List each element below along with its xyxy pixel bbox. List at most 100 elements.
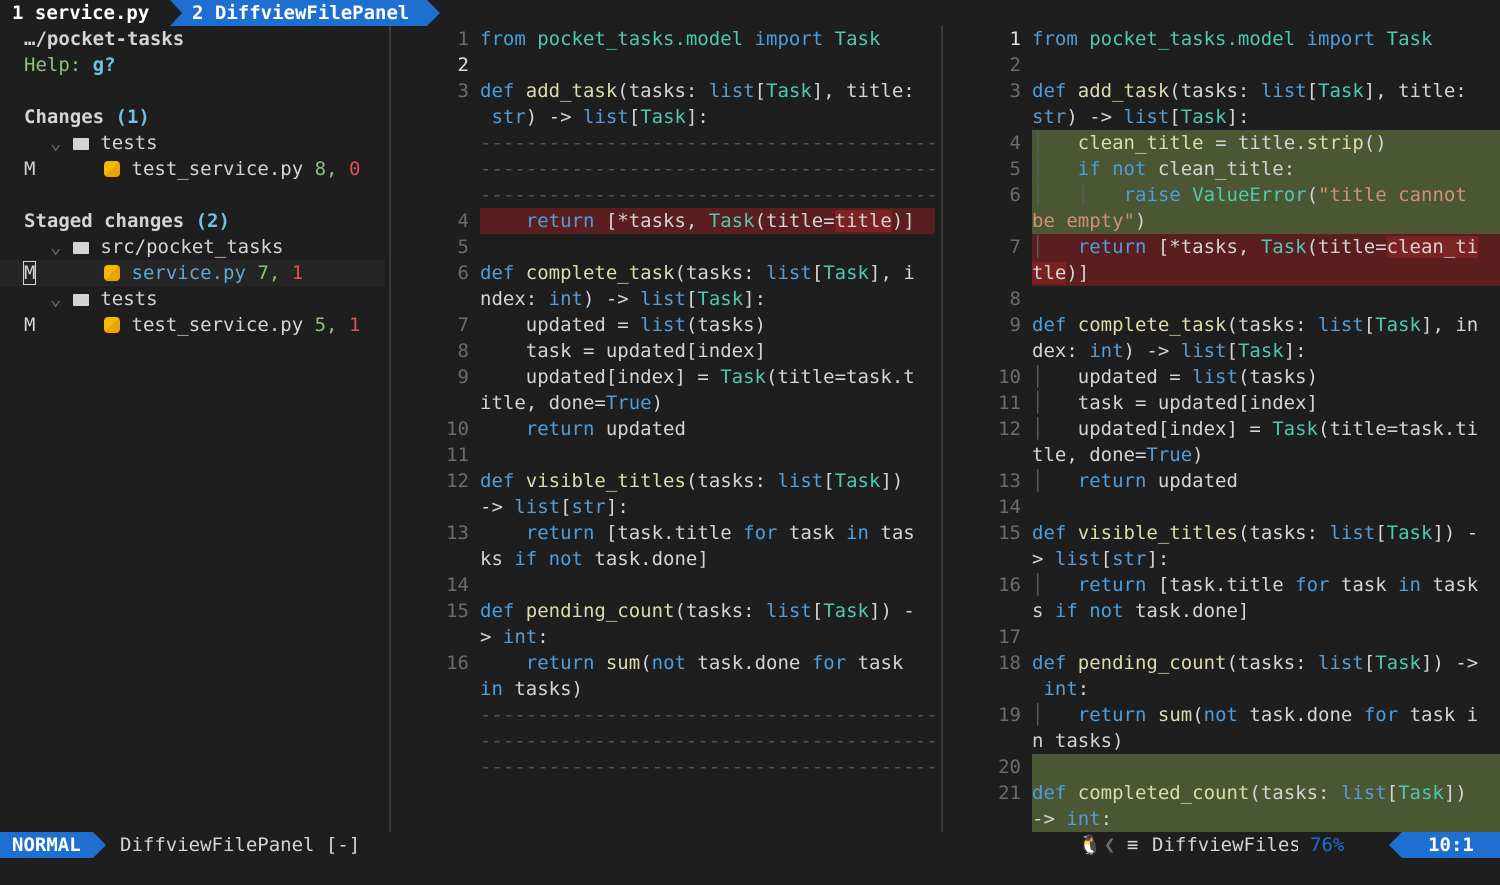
python-file-icon: [104, 161, 121, 177]
staged-title: Staged changes: [24, 210, 185, 232]
code-line: 14: [998, 496, 1021, 518]
code-line: str) -> list[Task]:: [1032, 106, 1250, 128]
code-line: 13 │ return updated: [998, 470, 1238, 492]
folder-row[interactable]: ⌄ src/pocket_tasks: [50, 234, 435, 260]
changed-line: tle)]: [943, 260, 1500, 286]
filler-line: ----------------------------------------…: [480, 730, 941, 752]
repo-path: …/pocket-tasks: [24, 28, 185, 50]
code-line: 19 │ return sum(not task.done for task i: [998, 704, 1479, 726]
code-line: > list[str]:: [1032, 548, 1170, 570]
code-line: 7 updated = list(tasks): [457, 314, 766, 336]
code-line: in tasks): [480, 678, 583, 700]
file-additions: 5,: [314, 314, 338, 336]
added-line: 4 │ clean_title = title.strip(): [943, 130, 1500, 156]
chevron-down-icon: ⌄: [50, 236, 62, 258]
code-line: 14: [446, 574, 469, 596]
folder-icon: [72, 138, 89, 150]
code-line: > int:: [480, 626, 549, 648]
filler-line: ----------------------------------------…: [480, 756, 941, 778]
code-line: 16 return sum(not task.done for task: [446, 652, 904, 674]
staged-changes-header[interactable]: Staged changes (2): [24, 208, 409, 234]
file-additions: 7,: [257, 262, 281, 284]
code-line: str) -> list[Task]:: [491, 106, 709, 128]
folder-name: tests: [100, 288, 158, 310]
filler-line: ----------------------------------------…: [480, 158, 941, 180]
code-line: n tasks): [1032, 730, 1124, 752]
code-line: s if not task.done]: [1032, 600, 1250, 622]
code-line: 3 def add_task(tasks: list[Task], title:: [457, 80, 915, 102]
file-status: M: [24, 314, 36, 336]
tab-service-py[interactable]: 1 service.py: [0, 0, 161, 26]
diffview-file-panel: …/pocket-tasks Help: g? Changes (1) ⌄ te…: [0, 26, 389, 832]
filetype: DiffviewFiles: [1152, 834, 1301, 856]
code-line: -> list[str]:: [480, 496, 629, 518]
file-name: test_service.py: [131, 158, 304, 180]
cursor-position: 10:1: [1389, 832, 1500, 858]
folder-name: tests: [100, 132, 158, 154]
code-line: 12 │ updated[index] = Task(title=task.ti: [998, 418, 1479, 440]
code-line: 3 def add_task(tasks: list[Task], title:: [1009, 80, 1467, 102]
tabline: 1 service.py 2 DiffviewFilePanel: [0, 0, 1500, 26]
help-hint: Help: g?: [24, 52, 409, 78]
buffer-name: DiffviewFilePanel [-]: [120, 834, 361, 856]
code-line: 9 def complete_task(tasks: list[Task], in: [1009, 314, 1479, 336]
added-line: 6 │ │ raise ValueError("title cannot: [943, 182, 1500, 208]
file-row-selected[interactable]: M service.py 7, 1: [0, 260, 385, 286]
folder-icon: [72, 242, 89, 254]
chevron-left-icon: ❮: [1104, 834, 1116, 856]
file-deletions: 1: [348, 314, 361, 336]
help-label: Help:: [24, 54, 82, 76]
changes-title: Changes: [24, 106, 105, 128]
code-line: 18 def pending_count(tasks: list[Task]) -…: [998, 652, 1479, 674]
linux-icon: 🐧: [1078, 834, 1102, 856]
code-line: 8: [1009, 288, 1021, 310]
code-line: 8 task = updated[index]: [457, 340, 766, 362]
code-line: 1 from pocket_tasks.model import Task: [1009, 28, 1433, 50]
added-line: be empty"): [943, 208, 1500, 234]
chevron-down-icon: ⌄: [50, 132, 62, 154]
code-line: 9 updated[index] = Task(title=task.t: [457, 366, 915, 388]
changed-line: 7 │ return [*tasks, Task(title=clean_ti: [943, 234, 1500, 260]
tab-diffview-file-panel[interactable]: 2 DiffviewFilePanel: [170, 0, 441, 26]
code-line: 15 def visible_titles(tasks: list[Task]) …: [998, 522, 1479, 544]
folder-name: src/pocket_tasks: [100, 236, 284, 258]
code-line: ks if not task.done]: [480, 548, 709, 570]
code-line: 10 return updated: [446, 418, 686, 440]
code-line: 2: [457, 54, 469, 76]
staged-count: (2): [195, 210, 230, 232]
code-line: 12 def visible_titles(tasks: list[Task]): [446, 470, 904, 492]
mode-indicator: NORMAL: [0, 832, 106, 858]
code-line: 15 def pending_count(tasks: list[Task]) -: [446, 600, 915, 622]
list-icon: ≡: [1127, 834, 1139, 856]
code-line: 17: [998, 626, 1021, 648]
command-line[interactable]: [0, 858, 1500, 885]
code-line: 2: [1009, 54, 1021, 76]
code-line: ndex: int) -> list[Task]:: [480, 288, 767, 310]
folder-row[interactable]: ⌄ tests: [50, 130, 435, 156]
file-row[interactable]: M test_service.py 5, 1: [24, 312, 409, 338]
folder-icon: [72, 294, 89, 306]
changes-count: (1): [115, 106, 150, 128]
filler-line: ----------------------------------------…: [480, 704, 941, 726]
code-line: itle, done=True): [480, 392, 664, 414]
added-line: -> int:: [943, 806, 1500, 832]
code-line: dex: int) -> list[Task]:: [1032, 340, 1307, 362]
file-deletions: 0: [348, 158, 361, 180]
file-status: M: [22, 261, 37, 285]
added-line: 21 def completed_count(tasks: list[Task]): [943, 780, 1500, 806]
file-status: M: [24, 158, 36, 180]
code-line: tle, done=True): [1032, 444, 1204, 466]
file-name: service.py: [131, 262, 246, 284]
changes-header[interactable]: Changes (1): [24, 104, 409, 130]
code-line: 10 │ updated = list(tasks): [998, 366, 1319, 388]
added-line: 5 │ if not clean_title:: [943, 156, 1500, 182]
code-line: 6 def complete_task(tasks: list[Task], i: [457, 262, 915, 284]
diff-pane-new[interactable]: 1 from pocket_tasks.model import Task 2 3…: [943, 26, 1500, 832]
folder-row[interactable]: ⌄ tests: [50, 286, 435, 312]
python-file-icon: [104, 265, 121, 281]
code-line: 13 return [task.title for task in tas: [446, 522, 915, 544]
filler-line: ----------------------------------------…: [480, 184, 941, 206]
file-row[interactable]: M test_service.py 8, 0: [24, 156, 409, 182]
diff-pane-old[interactable]: 1 from pocket_tasks.model import Task 2 3…: [391, 26, 941, 832]
code-line: int:: [1043, 678, 1090, 700]
